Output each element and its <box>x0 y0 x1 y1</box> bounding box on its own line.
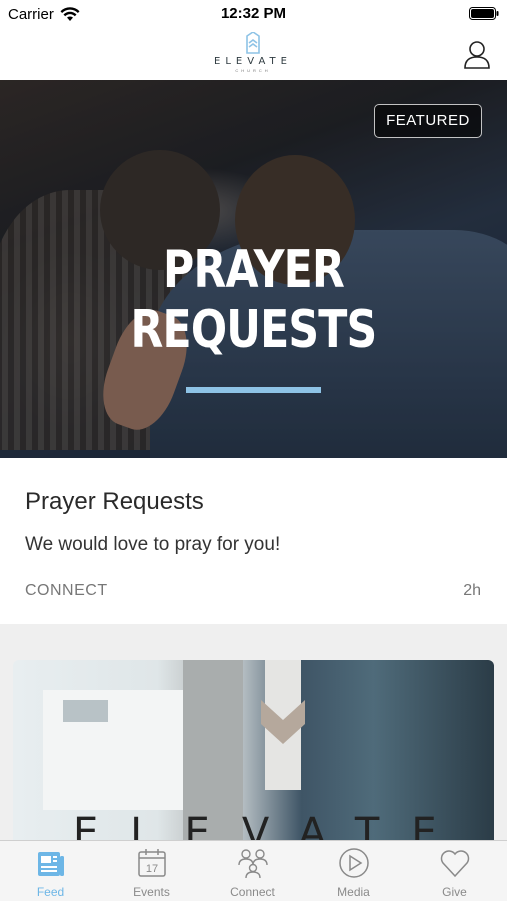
logo-text: ELEVATE <box>214 56 292 67</box>
post-title: Prayer Requests <box>25 488 204 515</box>
people-icon <box>238 849 268 879</box>
featured-hero-image[interactable]: FEATURED PRAYER REQUESTS <box>0 80 507 458</box>
featured-post-card[interactable]: Prayer Requests We would love to pray fo… <box>0 458 507 624</box>
tab-feed[interactable]: Feed <box>0 841 101 901</box>
elevate-logo-icon <box>246 32 260 54</box>
feed-icon <box>38 852 64 876</box>
profile-icon[interactable] <box>463 40 491 70</box>
featured-badge: FEATURED <box>374 104 482 138</box>
hero-underline <box>186 387 321 393</box>
battery-icon <box>469 7 499 20</box>
calendar-icon: 17 <box>138 849 166 877</box>
window-shape <box>63 700 108 722</box>
calendar-day: 17 <box>146 863 158 875</box>
heart-icon <box>440 850 470 878</box>
tab-label-feed: Feed <box>36 885 65 899</box>
church-logo: ELEVATE CHURCH <box>203 32 303 76</box>
tab-label-give: Give <box>442 885 467 899</box>
status-bar: Carrier 12:32 PM <box>0 0 507 30</box>
tab-media[interactable]: Media <box>303 841 404 901</box>
tab-give[interactable]: Give <box>404 841 505 901</box>
logo-subtext: CHURCH <box>235 68 271 73</box>
tab-connect[interactable]: Connect <box>202 841 303 901</box>
nav-bar: ELEVATE CHURCH <box>0 30 507 81</box>
tab-events[interactable]: 17 Events <box>101 841 202 901</box>
tab-label-events: Events <box>133 885 170 899</box>
post-category: CONNECT <box>25 582 108 599</box>
second-post-card[interactable]: ELEVATE <box>13 660 494 850</box>
post-age: 2h <box>463 582 481 599</box>
status-time: 12:32 PM <box>220 5 287 22</box>
tab-label-connect: Connect <box>230 885 275 899</box>
tab-label-media: Media <box>337 885 370 899</box>
post-description: We would love to pray for you! <box>25 534 281 555</box>
play-icon <box>339 848 369 878</box>
tab-bar: Feed 17 Events Connect Media Give <box>0 840 507 901</box>
hero-title: PRAYER REQUESTS <box>130 240 378 360</box>
